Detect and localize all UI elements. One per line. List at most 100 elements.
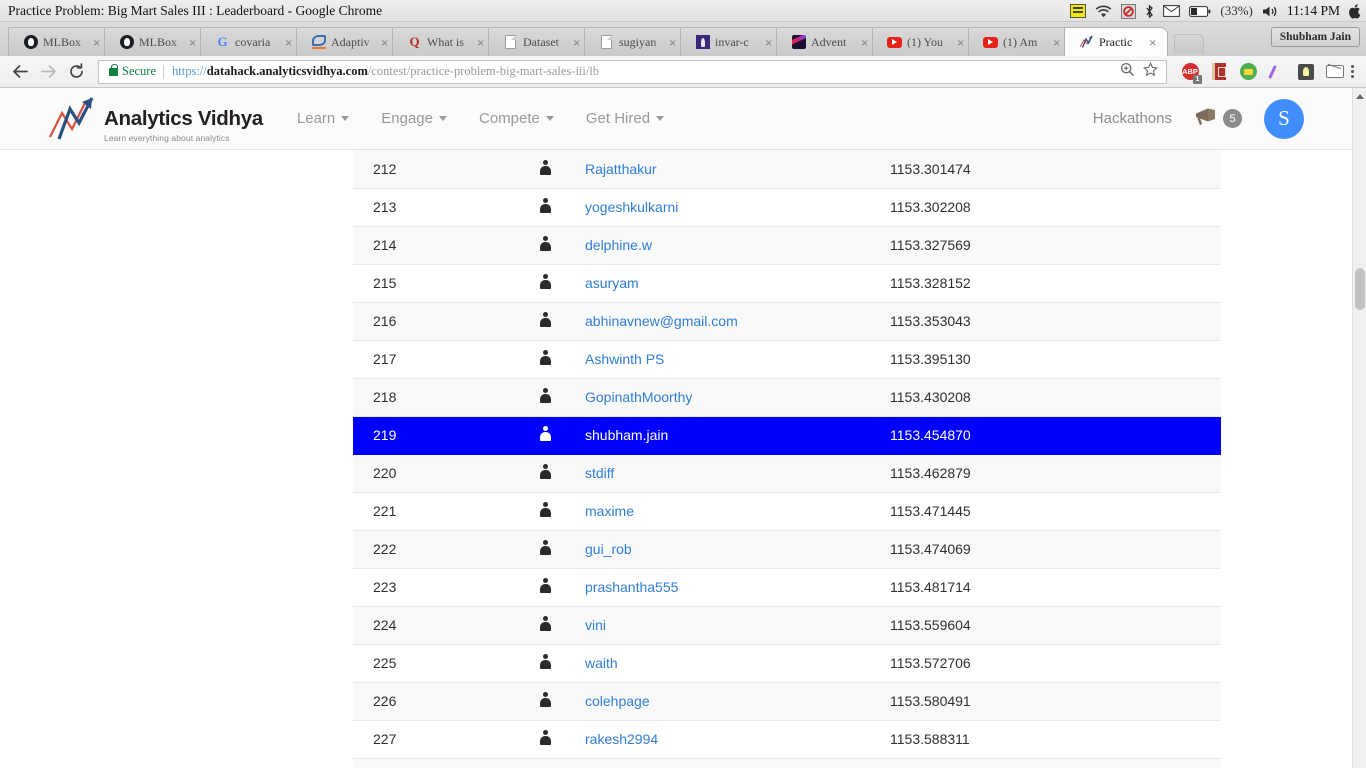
tab-close-icon[interactable]: × [1149,36,1161,49]
browser-tab[interactable]: Adaptiv × [296,27,400,56]
browser-tab[interactable]: Practic × [1064,27,1168,56]
site-nav-item-label: Engage [381,110,433,127]
scrollbar-thumb[interactable] [1355,268,1365,310]
leaderboard-user-link[interactable]: stdiff [585,465,614,481]
leaderboard-user-link[interactable]: shubham.jain [585,427,668,443]
page-scrollbar[interactable] [1352,88,1366,768]
leaderboard-row[interactable]: 223 prashantha555 1153.481714 [353,568,1221,607]
forward-button[interactable] [34,59,62,85]
site-nav-item[interactable]: Learn [281,99,365,139]
adblock-plus-icon[interactable]: ABP 1 [1181,63,1202,84]
reload-button[interactable] [62,59,90,85]
leaderboard-row[interactable]: 222 gui_rob 1153.474069 [353,530,1221,569]
leaderboard-row[interactable]: 212 Rajatthakur 1153.301474 [353,150,1221,189]
leaderboard-row[interactable]: 215 asuryam 1153.328152 [353,264,1221,303]
mail-icon[interactable] [1163,0,1181,22]
browser-tab[interactable]: (1) You × [872,27,976,56]
leaderboard-user-icon-cell [505,644,585,683]
leaderboard-score-cell: 1153.471445 [890,492,1221,531]
leaderboard-user-cell: al1994 [585,758,890,768]
book-icon[interactable] [1210,63,1228,81]
browser-tab[interactable]: (1) Am × [968,27,1072,56]
leaderboard-row[interactable]: 221 maxime 1153.471445 [353,492,1221,531]
battery-icon[interactable] [1189,0,1211,22]
leaderboard-user-link[interactable]: rakesh2994 [585,731,658,747]
leaderboard-user-link[interactable]: delphine.w [585,237,652,253]
leaderboard-row[interactable]: 228 al19941153.592099 [353,758,1221,768]
leaderboard-user-link[interactable]: abhinavnew@gmail.com [585,313,738,329]
leaderboard-row[interactable]: 216 abhinavnew@gmail.com 1153.353043 [353,302,1221,341]
leaderboard-row[interactable]: 214 delphine.w 1153.327569 [353,226,1221,265]
leaderboard-user-link[interactable]: asuryam [585,275,639,291]
leaderboard-score-cell: 1153.572706 [890,644,1221,683]
leaderboard-user-link[interactable]: gui_rob [585,541,632,557]
feather-icon[interactable] [1268,63,1286,81]
browser-tab[interactable]: Dataset × [488,27,592,56]
site-nav-item[interactable]: Compete [463,99,570,139]
browser-profile-button[interactable]: Shubham Jain [1270,27,1360,47]
wifi-icon[interactable] [1095,0,1112,22]
extension-toolbar: ABP 1 [1181,63,1344,84]
leaderboard-row[interactable]: 218 GopinathMoorthy 1153.430208 [353,378,1221,417]
leaderboard-row[interactable]: 226 colehpage 1153.580491 [353,682,1221,721]
leaderboard-user-icon-cell [505,150,585,189]
leaderboard-row[interactable]: 217 Ashwinth PS 1153.395130 [353,340,1221,379]
volume-icon[interactable] [1262,0,1278,22]
leaderboard-score-cell: 1153.462879 [890,454,1221,493]
kebab-menu-icon[interactable] [1344,63,1360,81]
browser-tab[interactable]: MLBox × [8,27,112,56]
leaderboard-user-cell: colehpage [585,682,890,721]
leaderboard-user-link[interactable]: prashantha555 [585,579,678,595]
leaderboard-user-link[interactable]: vini [585,617,606,633]
apple-logo-icon[interactable] [1349,0,1362,22]
leaderboard-user-link[interactable]: yogeshkulkarni [585,199,678,215]
leaderboard-rank: 220 [353,454,505,493]
bulb-icon[interactable] [1297,63,1315,81]
back-button[interactable] [6,59,34,85]
leaderboard-user-icon-cell [505,492,585,531]
leaderboard-user-link[interactable]: waith [585,655,618,671]
leaderboard-row[interactable]: 224 vini 1153.559604 [353,606,1221,645]
leaderboard-user-link[interactable]: maxime [585,503,634,519]
browser-tab-label: (1) Am [1003,34,1038,49]
site-nav-item[interactable]: Get Hired [570,99,680,139]
leaderboard-row[interactable]: 220 stdiff 1153.462879 [353,454,1221,493]
battery-percent: (33%) [1220,3,1253,18]
leaderboard-row[interactable]: 219 shubham.jain 1153.454870 [353,416,1221,455]
zoom-icon[interactable] [1120,62,1135,81]
github-icon [23,35,38,50]
browser-tab[interactable]: sugiyan × [584,27,688,56]
list-icon[interactable] [1070,0,1087,22]
leaderboard-score: 1153.327569 [890,237,971,253]
site-logo[interactable]: Analytics Vidhya Learn everything about … [46,95,263,143]
site-nav-item[interactable]: Engage [365,99,463,139]
browser-tab[interactable]: Q What is × [392,27,496,56]
leaderboard-user-link[interactable]: Rajatthakur [585,161,657,177]
leaderboard-user-link[interactable]: Ashwinth PS [585,351,664,367]
browser-tab[interactable]: MLBox × [104,27,208,56]
leaderboard-user-link[interactable]: GopinathMoorthy [585,389,692,405]
hackathons-link[interactable]: Hackathons [1093,110,1172,127]
leaderboard-row[interactable]: 227 rakesh2994 1153.588311 [353,720,1221,759]
avatar[interactable]: S [1264,98,1304,139]
leaderboard-user-icon-cell [505,226,585,265]
browser-tab[interactable]: Gcovaria × [200,27,304,56]
clock[interactable]: 11:14 PM [1287,3,1340,19]
site-nav-item-label: Compete [478,110,540,127]
green-badge-icon[interactable] [1239,63,1257,81]
scroll-up-arrow-icon[interactable] [1353,88,1366,104]
browser-tab[interactable]: Advent × [776,27,880,56]
star-icon[interactable] [1142,61,1159,81]
new-tab-button[interactable] [1174,34,1204,54]
bluetooth-icon[interactable] [1145,0,1154,22]
leaderboard-row[interactable]: 213 yogeshkulkarni 1153.302208 [353,188,1221,227]
leaderboard-user-link[interactable]: colehpage [585,693,650,709]
envelope-icon[interactable] [1326,63,1344,81]
notifications-button[interactable]: 5 [1194,106,1242,131]
do-not-disturb-icon[interactable] [1121,0,1137,22]
browser-tab[interactable]: invar-c × [680,27,784,56]
address-bar[interactable]: Secure https://datahack.analyticsvidhya.… [98,59,1167,84]
leaderboard-score: 1153.471445 [890,503,971,519]
leaderboard-rank: 215 [353,264,505,303]
leaderboard-row[interactable]: 225 waith 1153.572706 [353,644,1221,683]
